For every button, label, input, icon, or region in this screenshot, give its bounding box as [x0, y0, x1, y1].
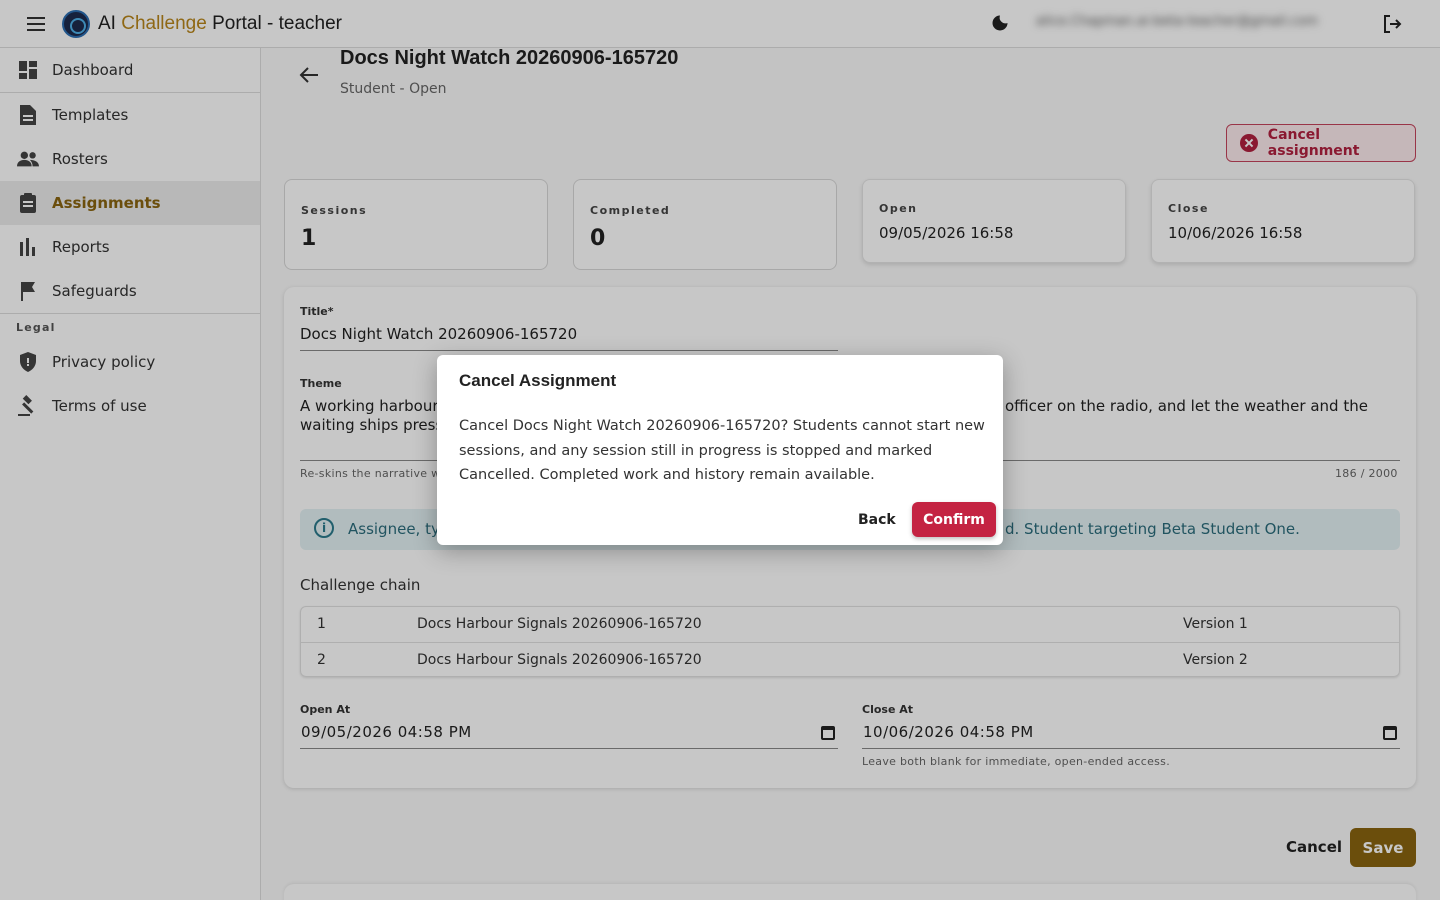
back-button[interactable]: Back [858, 512, 896, 528]
cancel-assignment-dialog: Cancel Assignment Cancel Docs Night Watc… [437, 355, 1003, 545]
confirm-button[interactable]: Confirm [912, 502, 996, 537]
dialog-title: Cancel Assignment [459, 371, 617, 390]
dialog-body: Cancel Docs Night Watch 20260906-165720?… [459, 418, 985, 483]
